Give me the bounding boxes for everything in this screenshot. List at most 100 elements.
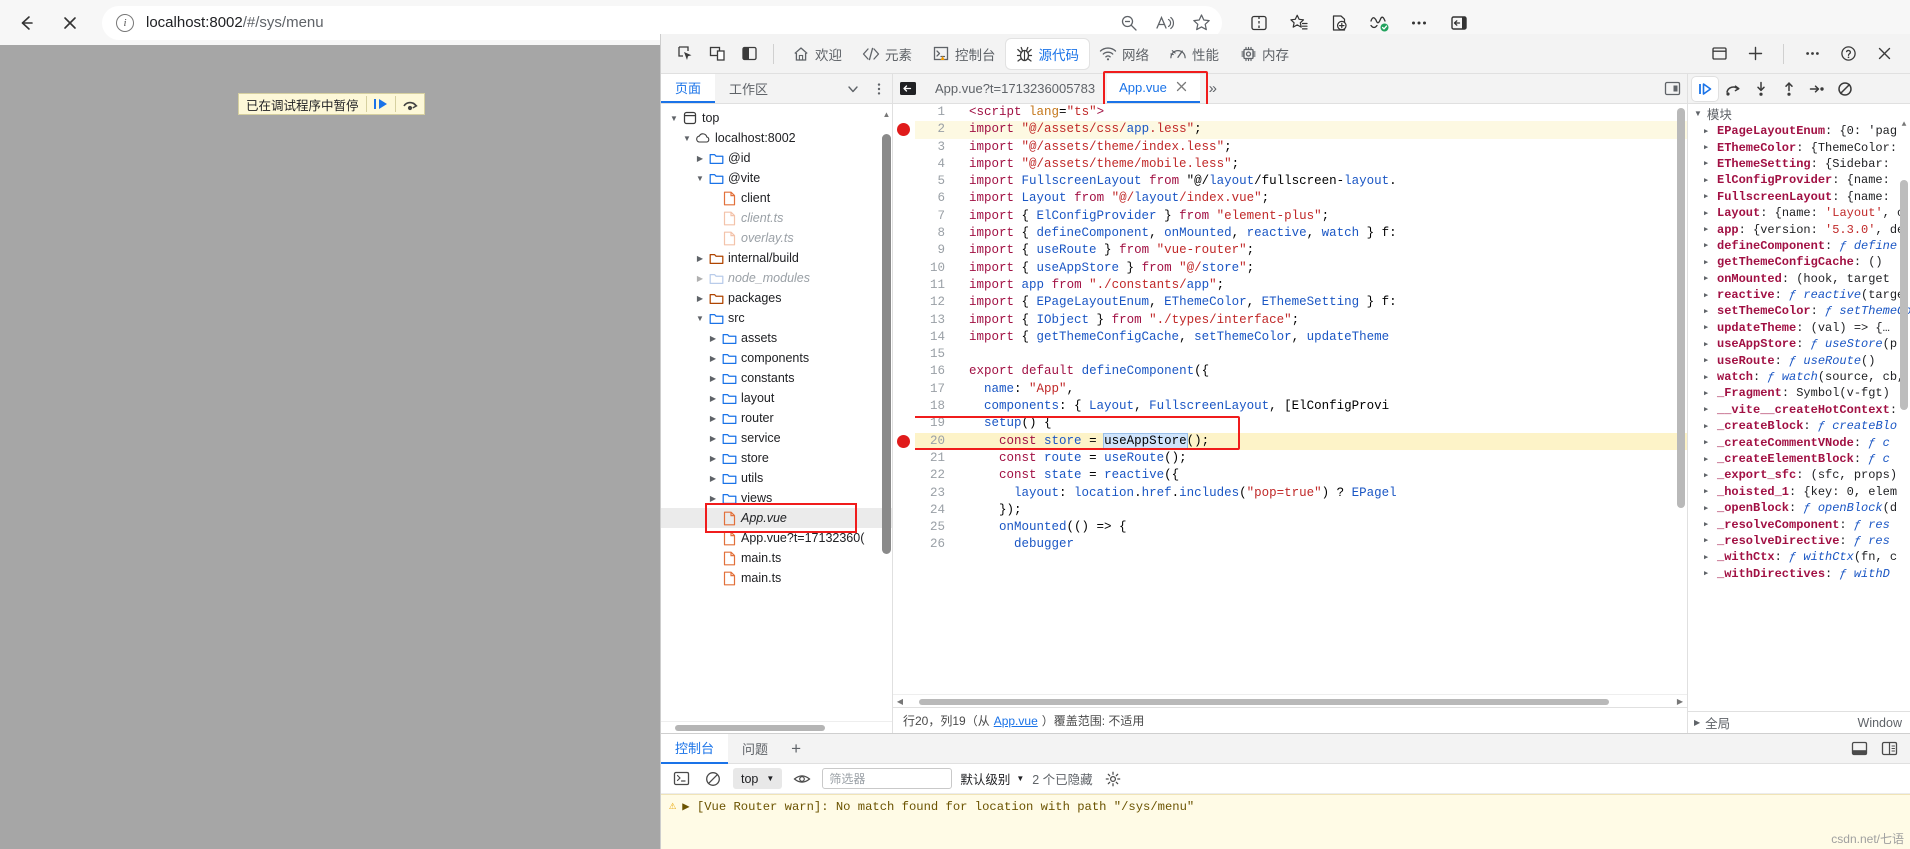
step-out-icon[interactable] (1776, 77, 1802, 101)
triangle-right-icon[interactable]: ▶ (693, 274, 707, 283)
breakpoint-dot-line-20[interactable] (897, 434, 910, 448)
step-icon[interactable] (1804, 77, 1830, 101)
triangle-right-icon[interactable]: ▶ (1704, 127, 1711, 136)
triangle-right-icon[interactable]: ▶ (1704, 438, 1711, 447)
scope-row-watch[interactable]: ▶ watch: ƒ watch(source, cb, (1688, 369, 1910, 385)
tree-item-top[interactable]: ▼ top (661, 108, 892, 128)
tab-sources[interactable]: 源代码 (1005, 38, 1089, 69)
chevron-down-icon[interactable] (840, 74, 866, 103)
tab-elements[interactable]: 元素 (852, 39, 922, 69)
console-level-select[interactable]: 默认级别 ▼ (960, 769, 1024, 788)
scope-row-_fragment[interactable]: ▶ _Fragment: Symbol(v-fgt) (1688, 385, 1910, 401)
triangle-down-icon[interactable]: ▼ (667, 114, 681, 123)
back-button[interactable] (8, 5, 44, 41)
stop-button[interactable] (52, 5, 88, 41)
triangle-down-icon[interactable]: ▼ (680, 134, 694, 143)
code-line-16[interactable]: 16 export default defineComponent({ (915, 363, 1687, 380)
scope-row-_resolvedirective[interactable]: ▶ _resolveDirective: ƒ res (1688, 533, 1910, 549)
scrollbar-thumb[interactable] (919, 699, 1609, 705)
scope-row-getthemeconfigcache[interactable]: ▶ getThemeConfigCache: () (1688, 254, 1910, 270)
triangle-right-icon[interactable]: ▶ (1704, 356, 1711, 365)
code-line-1[interactable]: 1 <script lang="ts"> (915, 104, 1687, 121)
editor-tab-app-vue-t[interactable]: App.vue?t=1713236005783 (923, 74, 1107, 103)
scope-row-updatetheme[interactable]: ▶ updateTheme: (val) => {… (1688, 320, 1910, 336)
console-message-warning[interactable]: ⚠ ▶ [Vue Router warn]: No match found fo… (661, 795, 1910, 818)
triangle-right-icon[interactable]: ▶ (1704, 422, 1711, 431)
scope-row-epagelayoutenum[interactable]: ▶ EPageLayoutEnum: {0: 'pag (1688, 123, 1910, 139)
triangle-right-icon[interactable]: ▶ (1704, 241, 1711, 250)
breakpoint-dot-line-2[interactable] (897, 123, 910, 137)
close-icon[interactable] (1175, 80, 1188, 96)
code-line-3[interactable]: 3 import "@/assets/theme/index.less"; (915, 139, 1687, 156)
site-info-icon[interactable]: i (116, 13, 134, 32)
scope-row-elconfigprovider[interactable]: ▶ ElConfigProvider: {name: (1688, 172, 1910, 188)
scope-row-layout[interactable]: ▶ Layout: {name: 'Layout', c (1688, 205, 1910, 221)
scope-row-_openblock[interactable]: ▶ _openBlock: ƒ openBlock(d (1688, 500, 1910, 516)
clear-console-icon[interactable] (669, 768, 693, 790)
code-line-6[interactable]: 6 import Layout from "@/layout/index.vue"… (915, 190, 1687, 207)
scope-row-ethemecolor[interactable]: ▶ EThemeColor: {ThemeColor: (1688, 139, 1910, 155)
code-line-11[interactable]: 11 import app from "./constants/app"; (915, 277, 1687, 294)
code-line-14[interactable]: 14 import { getThemeConfigCache, setTheme… (915, 329, 1687, 346)
scope-row-_withdirectives[interactable]: ▶ _withDirectives: ƒ withD (1688, 566, 1910, 582)
triangle-right-icon[interactable]: ▶ (1704, 143, 1711, 152)
code-editor[interactable]: 1 <script lang="ts"> 2 import "@/assets/css… (893, 104, 1687, 694)
triangle-right-icon[interactable]: ▶ (1704, 504, 1711, 513)
tab-network[interactable]: 网络 (1089, 39, 1159, 69)
read-aloud-icon[interactable] (1154, 12, 1176, 34)
tree-item-node-modules[interactable]: ▶ node_modules (661, 268, 892, 288)
code-line-18[interactable]: 18 components: { Layout, FullscreenLayou… (915, 398, 1687, 415)
scope-row-useroute[interactable]: ▶ useRoute: ƒ useRoute() (1688, 352, 1910, 368)
scope-row-useappstore[interactable]: ▶ useAppStore: ƒ useStore(p (1688, 336, 1910, 352)
scope-row-_createblock[interactable]: ▶ _createBlock: ƒ createBlo (1688, 418, 1910, 434)
step-into-icon[interactable] (1748, 77, 1774, 101)
code-line-25[interactable]: 25 onMounted(() => { (915, 519, 1687, 536)
code-line-2[interactable]: 2 import "@/assets/css/app.less"; (915, 121, 1687, 139)
tree-item-packages[interactable]: ▶ packages (661, 288, 892, 308)
resume-script-button[interactable] (367, 93, 395, 115)
tree-item-internal-build[interactable]: ▶ internal/build (661, 248, 892, 268)
step-over-button[interactable] (396, 93, 424, 115)
tab-memory[interactable]: 内存 (1229, 39, 1299, 69)
navigator-hscrollbar[interactable] (661, 721, 892, 733)
tree-item-src[interactable]: ▼ src (661, 308, 892, 328)
scope-row-definecomponent[interactable]: ▶ defineComponent: ƒ define (1688, 238, 1910, 254)
scope-row-fullscreenlayout[interactable]: ▶ FullscreenLayout: {name: (1688, 189, 1910, 205)
scope-row-_hoisted_1[interactable]: ▶ _hoisted_1: {key: 0, elem (1688, 484, 1910, 500)
tree-item-main.ts[interactable]: main.ts (661, 568, 892, 588)
device-toolbar-icon[interactable] (703, 40, 731, 68)
editor-scrollbar[interactable] (1677, 108, 1685, 538)
triangle-right-icon[interactable]: ▶ (693, 254, 707, 263)
drawer-icon[interactable] (1705, 40, 1733, 68)
triangle-right-icon[interactable]: ▶ (1704, 274, 1711, 283)
scope-row-_resolvecomponent[interactable]: ▶ _resolveComponent: ƒ res (1688, 516, 1910, 532)
triangle-down-icon[interactable]: ▼ (693, 174, 707, 183)
code-line-20[interactable]: 20 const store = useAppStore(); (915, 432, 1687, 450)
close-devtools-icon[interactable] (1870, 40, 1898, 68)
status-file-link[interactable]: App.vue (994, 714, 1038, 728)
code-line-19[interactable]: 19 setup() { (915, 415, 1687, 432)
file-tree[interactable]: ▼ top ▼ localhost:8002 ▶ @id ▼ @vite client clien… (661, 104, 892, 721)
gear-icon[interactable] (1101, 768, 1125, 790)
tree-item-app.vue[interactable]: App.vue (661, 508, 892, 528)
triangle-right-icon[interactable]: ▶ (706, 374, 720, 383)
code-line-9[interactable]: 9 import { useRoute } from "vue-router"; (915, 242, 1687, 259)
eye-icon[interactable] (790, 768, 814, 790)
step-over-icon[interactable] (1720, 77, 1746, 101)
tree-item-client[interactable]: client (661, 188, 892, 208)
tree-item-views[interactable]: ▶ views (661, 488, 892, 508)
scope-scrollbar[interactable]: ▲ (1900, 120, 1908, 580)
editor-hscrollbar[interactable]: ◀ ▶ (893, 694, 1687, 707)
tree-item-store[interactable]: ▶ store (661, 448, 892, 468)
tab-welcome[interactable]: 欢迎 (782, 39, 852, 69)
triangle-right-icon[interactable]: ▶ (706, 334, 720, 343)
triangle-right-icon[interactable]: ▶ (1704, 373, 1711, 382)
console-filter-input[interactable]: 筛选器 (822, 768, 953, 789)
tree-item-constants[interactable]: ▶ constants (661, 368, 892, 388)
triangle-right-icon[interactable]: ▶ (1704, 323, 1711, 332)
tab-console[interactable]: 控制台 (922, 39, 1006, 69)
triangle-right-icon[interactable]: ▶ (1704, 569, 1711, 578)
editor-tab-app-vue[interactable]: App.vue (1103, 71, 1208, 107)
triangle-right-icon[interactable]: ▶ (706, 414, 720, 423)
triangle-right-icon[interactable]: ▶ (1704, 553, 1711, 562)
